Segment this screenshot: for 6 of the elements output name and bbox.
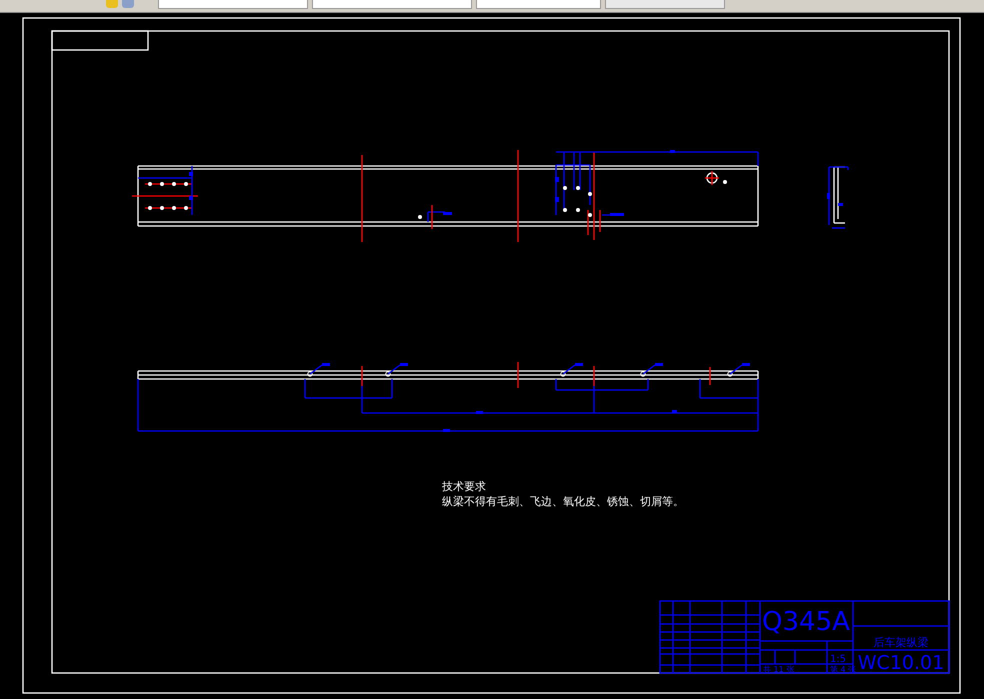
drawing-number: WC10.01 [858,652,944,674]
material-label: Q345A [762,607,850,637]
scale-label: 1:5 [830,654,846,665]
technical-requirements-title: 技术要求 [442,480,486,493]
technical-requirements-text: 纵梁不得有毛刺、飞边、氧化皮、锈蚀、切屑等。 [442,495,684,508]
part-name: 后车架纵梁 [874,636,928,649]
